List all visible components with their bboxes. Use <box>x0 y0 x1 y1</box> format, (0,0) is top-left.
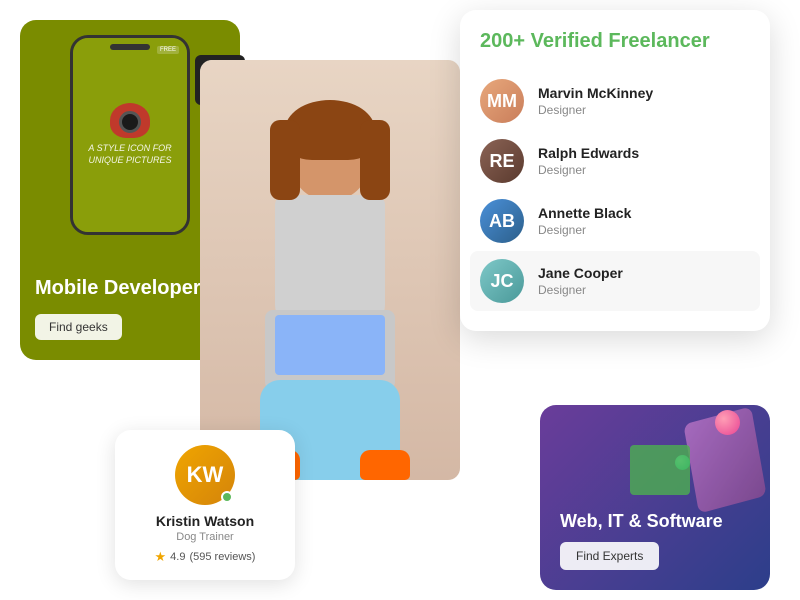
freelancer-info-mm: Marvin McKinney Designer <box>538 85 750 117</box>
phone-tag: FREE <box>157 46 179 54</box>
freelancer-info-jc: Jane Cooper Designer <box>538 265 750 297</box>
person-body <box>230 100 430 480</box>
avatar-jane: JC <box>480 259 524 303</box>
profile-role: Dog Trainer <box>176 531 233 543</box>
avatar-img-re: RE <box>480 139 524 183</box>
freelancer-name-ab: Annette Black <box>538 205 750 221</box>
freelancer-info-ab: Annette Black Designer <box>538 205 750 237</box>
avatar-img-mm: MM <box>480 79 524 123</box>
freelancer-name-re: Ralph Edwards <box>538 145 750 161</box>
center-person-image <box>200 60 460 480</box>
online-status-dot <box>221 491 233 503</box>
rating-value: 4.9 <box>170 551 185 563</box>
freelancer-card-title: 200+ Verified Freelancer <box>480 30 750 53</box>
person-placeholder <box>200 60 460 480</box>
avatar-annette: AB <box>480 199 524 243</box>
freelancer-item-mm[interactable]: MM Marvin McKinney Designer <box>480 71 750 131</box>
rating-reviews: (595 reviews) <box>189 551 255 563</box>
decorative-ball-pink <box>715 410 740 435</box>
profile-name: Kristin Watson <box>156 513 254 529</box>
avatar-img-jc: JC <box>480 259 524 303</box>
profile-card-kristin: KW Kristin Watson Dog Trainer ★ 4.9 (595… <box>115 430 295 580</box>
avatar-marvin: MM <box>480 79 524 123</box>
freelancer-name-jc: Jane Cooper <box>538 265 750 281</box>
freelancer-role-jc: Designer <box>538 283 750 297</box>
freelancer-role-mm: Designer <box>538 103 750 117</box>
camera-icon <box>110 103 150 138</box>
person-laptop <box>265 310 395 390</box>
freelancer-count: 200+ <box>480 30 525 52</box>
freelancer-title-suffix: Verified Freelancer <box>525 30 710 52</box>
phone-screen: FREE A STYLE ICON FORUNIQUE PICTURES <box>73 38 187 232</box>
profile-avatar-wrap: KW <box>175 445 235 505</box>
person-shoe-right <box>360 450 410 480</box>
profile-rating: ★ 4.9 (595 reviews) <box>155 549 256 565</box>
web-card-illustration <box>620 405 770 525</box>
freelancer-role-re: Designer <box>538 163 750 177</box>
find-experts-button[interactable]: Find Experts <box>560 542 659 570</box>
person-torso <box>275 195 385 325</box>
freelancer-name-mm: Marvin McKinney <box>538 85 750 101</box>
web-it-software-card: Web, IT & Software Find Experts <box>540 405 770 590</box>
person-hair <box>285 100 375 160</box>
freelancer-item-ab[interactable]: AB Annette Black Designer <box>480 191 750 251</box>
freelancer-list-card: 200+ Verified Freelancer MM Marvin McKin… <box>460 10 770 331</box>
avatar-ralph: RE <box>480 139 524 183</box>
phone-screen-text: A STYLE ICON FORUNIQUE PICTURES <box>88 143 171 166</box>
freelancer-info-re: Ralph Edwards Designer <box>538 145 750 177</box>
freelancer-item-re[interactable]: RE Ralph Edwards Designer <box>480 131 750 191</box>
find-geeks-button[interactable]: Find geeks <box>35 314 122 340</box>
avatar-img-ab: AB <box>480 199 524 243</box>
mobile-card-title: Mobile Developers <box>35 276 212 300</box>
freelancer-item-jc[interactable]: JC Jane Cooper Designer <box>470 251 760 311</box>
map-area <box>630 445 690 495</box>
phone-mockup: FREE A STYLE ICON FORUNIQUE PICTURES <box>70 35 190 235</box>
freelancer-role-ab: Designer <box>538 223 750 237</box>
star-icon: ★ <box>155 549 167 565</box>
